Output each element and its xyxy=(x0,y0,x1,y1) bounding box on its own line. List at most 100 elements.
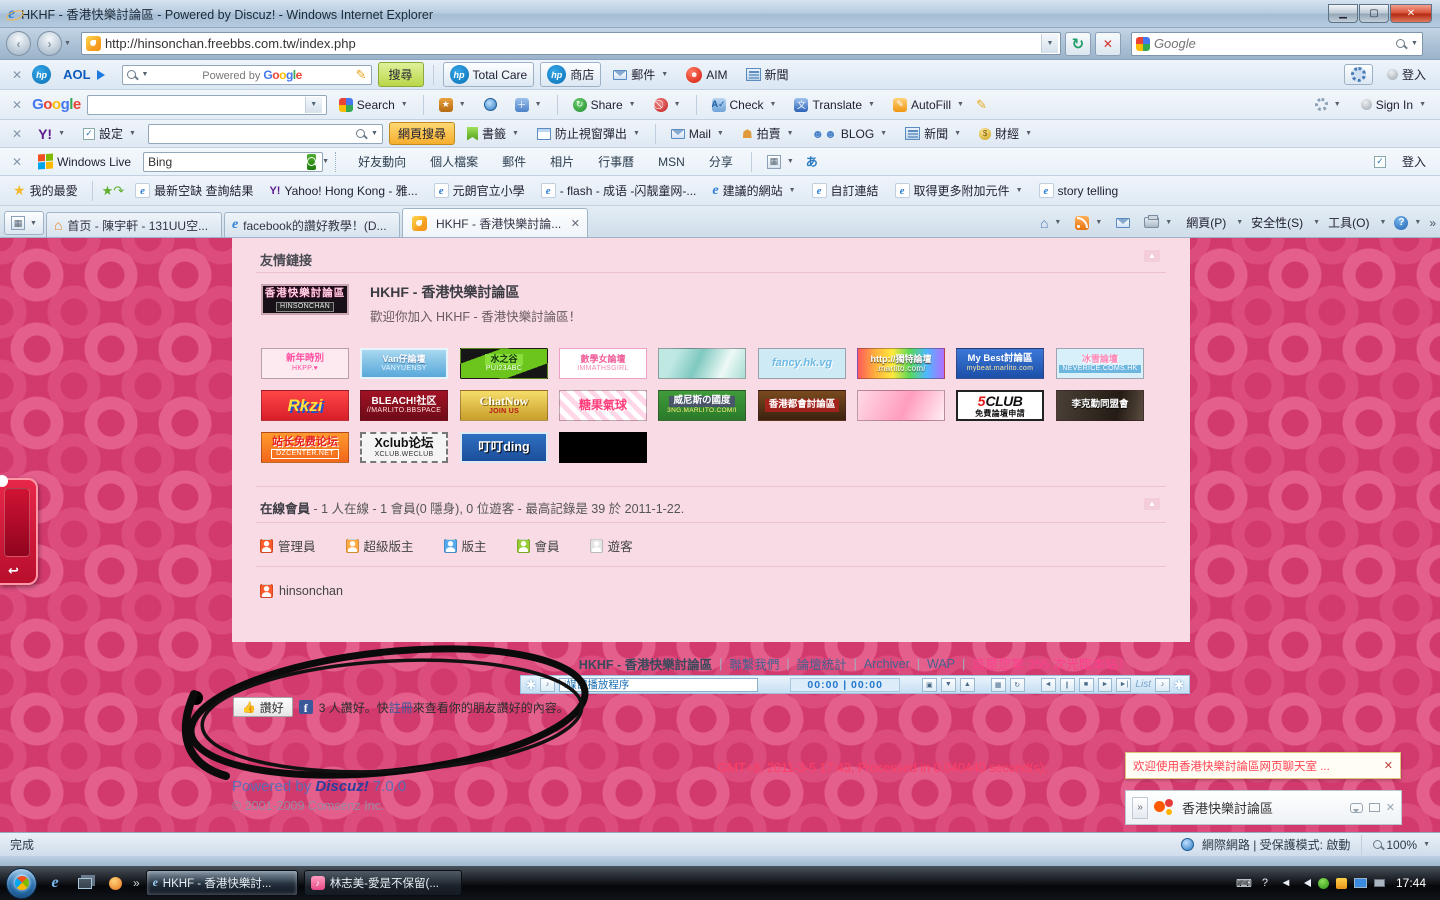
link-banner[interactable]: fancy.hk.vg xyxy=(758,348,846,379)
google-bookmarks-button[interactable]: ★▼ xyxy=(433,96,472,114)
google-earth-button[interactable] xyxy=(478,96,503,113)
ie-search-input[interactable] xyxy=(1154,36,1392,51)
google-settings-button[interactable]: ▼ xyxy=(1309,96,1347,113)
tab-hkhf-active[interactable]: HKHF - 香港快樂討論...✕ xyxy=(402,208,588,237)
page-menu-button[interactable]: 網頁(P) xyxy=(1180,211,1232,234)
get-addons-button[interactable]: 取得更多附加元件▼ xyxy=(890,180,1028,201)
print-button[interactable]: ▼ xyxy=(1138,214,1178,231)
read-mail-button[interactable] xyxy=(1110,215,1136,231)
link-banner[interactable]: 水之谷PUI23ABC xyxy=(460,348,548,379)
link-banner[interactable]: 叮叮ding xyxy=(460,432,548,463)
close-button[interactable]: ✕ xyxy=(1390,4,1432,23)
aol-search-button[interactable]: 搜尋 xyxy=(378,62,424,87)
link-banner[interactable]: 站长免费论坛DZCENTER.NET xyxy=(261,432,349,463)
quick-tabs-button[interactable]: ▦▼ xyxy=(4,211,44,235)
live-link-photos[interactable]: 相片 xyxy=(541,153,583,170)
dock-expand-icon[interactable]: » xyxy=(1132,797,1148,819)
taskbar-button-browser[interactable]: HKHF - 香港快樂討... xyxy=(146,870,298,896)
tray-expand-icon[interactable]: ◄ xyxy=(1279,876,1293,890)
player-mute-button[interactable]: ▣ xyxy=(922,678,937,692)
player-loop-button[interactable]: ↻ xyxy=(1010,678,1025,692)
aol-settings-button[interactable] xyxy=(1344,64,1373,85)
popout-icon[interactable] xyxy=(1369,803,1380,812)
collapse-icon[interactable]: ▲ xyxy=(1144,498,1160,510)
google-search-field[interactable]: ▼ xyxy=(87,95,327,115)
overflow-chevron-icon[interactable]: » xyxy=(1429,216,1436,230)
live-grid-button[interactable]: ▦▼ xyxy=(761,153,800,171)
update-tray-icon[interactable] xyxy=(1318,878,1329,889)
quicklaunch-overflow-icon[interactable]: » xyxy=(133,876,140,890)
search-provider-dropdown-icon[interactable]: ▼ xyxy=(1411,40,1418,47)
start-button[interactable] xyxy=(6,868,37,899)
footer-link-contact[interactable]: 聯繫我們 xyxy=(729,654,779,673)
aol-toolbar-close-icon[interactable]: ✕ xyxy=(12,68,22,82)
windows-live-button[interactable]: Windows Live xyxy=(32,152,137,171)
player-volume-down-button[interactable]: ▼ xyxy=(941,678,956,692)
back-button[interactable]: ‹ xyxy=(6,31,31,56)
usb-tray-icon[interactable] xyxy=(1374,879,1385,887)
search-icon[interactable] xyxy=(1396,39,1405,48)
link-banner[interactable]: ChatNowJOIN US xyxy=(460,390,548,421)
translate-ja-icon[interactable] xyxy=(806,153,818,170)
tools-menu-button[interactable]: 工具(O) xyxy=(1322,211,1375,234)
spellcheck-button[interactable]: A✓Check▼ xyxy=(706,96,783,114)
link-banner[interactable]: My Best討論區mybeat.marlito.com xyxy=(956,348,1044,379)
aol-menu-button[interactable]: AOL xyxy=(57,65,115,84)
yahoo-mail-button[interactable]: Mail▼ xyxy=(665,125,730,143)
bing-search-input[interactable] xyxy=(148,155,303,169)
quicklaunch-show-desktop-icon[interactable] xyxy=(73,871,97,895)
favorite-item[interactable]: 元朗官立小學 xyxy=(429,180,530,201)
translate-button[interactable]: 文Translate▼ xyxy=(788,96,881,114)
tab-home[interactable]: ⌂首页 - 陳宇軒 - 131UU空... xyxy=(46,212,222,237)
live-login-button[interactable]: 登入 xyxy=(1396,151,1432,172)
history-dropdown-icon[interactable]: ▼ xyxy=(64,40,71,47)
chat-toast[interactable]: 欢迎使用香港快樂討論區网页聊天室 ... ✕ xyxy=(1125,752,1401,779)
chat-close-icon[interactable]: ✕ xyxy=(1386,801,1395,814)
alert-tray-icon[interactable] xyxy=(1336,878,1347,889)
like-button[interactable]: 👍讚好 xyxy=(233,697,293,717)
link-banner[interactable]: Van仔論壇VANYUENSY xyxy=(360,348,448,379)
yahoo-settings-button[interactable]: 設定▼ xyxy=(77,123,142,144)
favorite-item[interactable]: - flash - 成语 -闪靓童网-... xyxy=(536,180,702,201)
player-list-label[interactable]: List xyxy=(1135,679,1151,690)
player-menu-button[interactable]: ♪ xyxy=(540,678,555,692)
refresh-button[interactable]: ↻ xyxy=(1065,32,1091,56)
register-link[interactable]: 註冊 xyxy=(389,701,413,715)
autofill-button[interactable]: ✎AutoFill▼ xyxy=(887,96,970,114)
live-link-friends[interactable]: 好友動向 xyxy=(349,153,415,170)
link-banner[interactable]: 冰雪論壇NEVERICE.COMS.HK xyxy=(1056,348,1144,379)
yahoo-finance-button[interactable]: 財經▼ xyxy=(973,123,1038,144)
link-banner-anime[interactable] xyxy=(658,348,746,379)
suggested-sites-button[interactable]: 建議的網站▼ xyxy=(707,180,800,201)
favorite-item[interactable]: 最新空缺 查詢結果 xyxy=(130,180,258,201)
yahoo-bookmarks-button[interactable]: 書籤▼ xyxy=(461,123,525,144)
add-favorite-icon[interactable]: ★↷ xyxy=(102,183,125,199)
minimize-button[interactable]: ▁ xyxy=(1328,4,1358,23)
player-volume-up-button[interactable]: ▲ xyxy=(960,678,975,692)
online-username-link[interactable]: hinsonchan xyxy=(279,584,343,598)
link-banner[interactable]: BLEACH!社区//MARLITO.BBSPACE xyxy=(360,390,448,421)
favorites-button[interactable]: ★我的最愛 xyxy=(8,180,83,201)
live-link-calendar[interactable]: 行事曆 xyxy=(589,153,643,170)
collapse-icon[interactable]: ▲ xyxy=(1144,250,1160,262)
link-banner[interactable]: 李克勤同盟會 xyxy=(1056,390,1144,421)
link-banner[interactable]: http://獨特論壇.marlito.com/ xyxy=(857,348,945,379)
aol-search-field[interactable]: ▼ Powered by Google ✎ xyxy=(122,65,372,85)
player-stop-button[interactable]: ■ xyxy=(1079,678,1094,692)
ime-tray-icon[interactable]: ? xyxy=(1258,876,1272,890)
link-banner[interactable]: 5CLUB免費論壇申請 xyxy=(956,390,1044,421)
google-toolbar-close-icon[interactable]: ✕ xyxy=(12,98,22,112)
safety-menu-button[interactable]: 安全性(S) xyxy=(1245,211,1309,234)
player-stop-mode-button[interactable]: ▦ xyxy=(991,678,1006,692)
highlighter-icon[interactable]: ✎ xyxy=(356,67,367,83)
yahoo-auction-button[interactable]: ☗拍賣▼ xyxy=(736,123,800,144)
yahoo-search-button[interactable]: 網頁搜尋 xyxy=(389,122,455,145)
side-panel-handle[interactable]: ↩ xyxy=(0,478,38,585)
yahoo-popup-blocker-button[interactable]: 防止視窗彈出▼ xyxy=(531,123,646,144)
link-banner[interactable]: 糖果氣球 xyxy=(559,390,647,421)
taskbar-button-music[interactable]: ♪ 林志美-愛是不保留(... xyxy=(304,870,462,896)
url-input[interactable] xyxy=(105,36,1041,51)
maximize-button[interactable]: ▢ xyxy=(1359,4,1389,23)
google-signin-button[interactable]: Sign In▼ xyxy=(1355,96,1432,114)
discuz-brand[interactable]: Discuz! xyxy=(315,778,368,795)
